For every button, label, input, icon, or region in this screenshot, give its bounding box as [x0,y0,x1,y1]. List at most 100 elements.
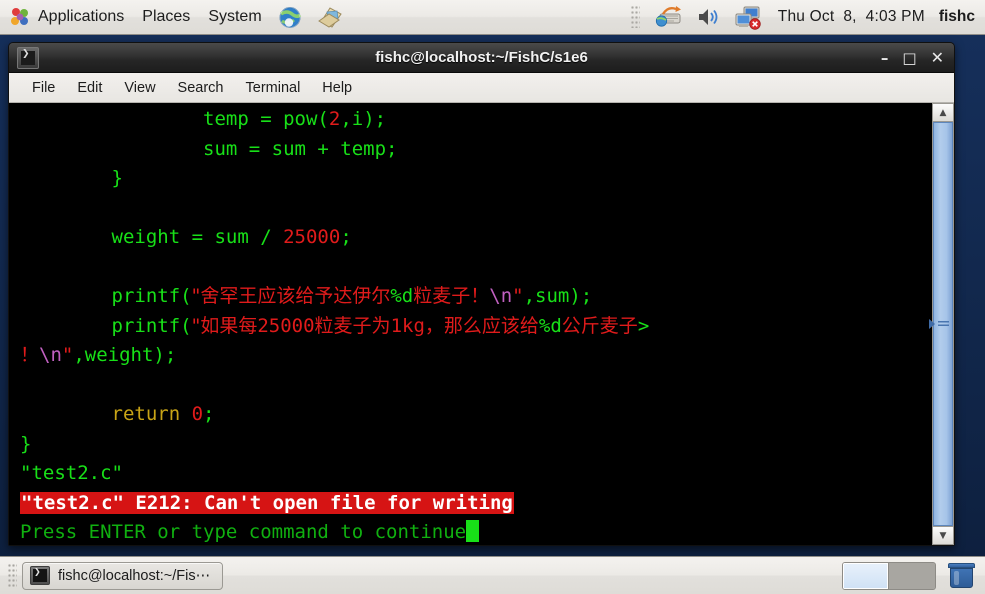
terminal-text-span: \n [39,344,62,366]
terminal-text-span: } [20,167,123,189]
terminal-window: fishc@localhost:~/FishC/s1e6 – □ ✕ File … [8,42,955,546]
close-button[interactable]: ✕ [931,50,944,66]
menu-edit[interactable]: Edit [68,77,111,99]
places-menu-label: Places [142,8,191,25]
scrollbar-grip-icon [937,320,949,328]
terminal-text-span: %d [390,285,414,307]
email-launcher[interactable] [311,4,349,31]
terminal-text-span: %d [538,314,562,337]
network-tray-icon[interactable] [649,4,689,31]
applications-menu-label: Applications [38,8,125,25]
terminal-text-span: } [20,432,32,455]
menu-help[interactable]: Help [313,77,361,99]
web-browser-icon [278,5,303,30]
terminal-text-span: 25000 [257,314,315,337]
menu-file[interactable]: File [23,77,64,99]
vim-status-filename: "test2.c" [20,459,931,489]
terminal-text-span: ，那么应该给 [424,314,539,337]
terminal-text-span: 25000 [283,226,341,248]
browser-launcher[interactable] [272,4,309,31]
scrollbar-track[interactable] [929,122,954,526]
terminal-icon [17,46,39,69]
terminal-cursor [466,520,480,542]
taskbar-window-button-terminal[interactable]: fishc@localhost:~/Fis⋯ [22,561,224,590]
places-menu[interactable]: Places [134,4,198,31]
terminal-text-span: 粒麦子！ [413,285,490,307]
scroll-down-button[interactable]: ▼ [932,526,954,545]
terminal-text-span: ,i); [340,108,387,130]
trash-icon[interactable] [948,563,975,588]
terminal-text-span: 1kg [390,314,425,337]
terminal-scrollbar[interactable]: ▲ ▼ [929,103,954,545]
terminal-body: temp = pow(2,i); sum = sum + temp; } wei… [9,103,954,545]
code-line-blank-3 [20,371,931,401]
applications-logo-icon [9,6,31,28]
terminal-text-span: 0 [191,403,204,425]
window-controls: – □ ✕ [881,43,944,73]
vim-prompt-continue: Press ENTER or type command to continue [20,518,931,545]
network-status-tray-icon[interactable] [729,4,767,31]
panel-drag-handle[interactable] [630,6,640,28]
code-line-close-brace-inner: } [20,164,931,194]
code-line-blank-1 [20,194,931,224]
panel-menu-group: Applications Places System [0,0,350,34]
trash-body [950,568,973,588]
terminal-text-span [20,197,31,219]
email-client-icon [317,5,343,29]
code-line-printf-2-wrap: ！\n",weight); [20,341,931,371]
terminal-text-span: ; [203,403,215,425]
menu-view[interactable]: View [115,77,164,99]
desktop-screen: Applications Places System Thu Oct 8, 4:… [0,0,985,594]
workspace-switcher[interactable] [842,561,936,590]
vim-error-message: "test2.c" E212: Can't open file for writ… [20,489,931,519]
code-line-blank-2 [20,253,931,283]
terminal-output[interactable]: temp = pow(2,i); sum = sum + temp; } wei… [9,103,931,545]
scroll-up-button[interactable]: ▲ [932,103,954,122]
user-menu[interactable]: fishc [935,8,985,26]
terminal-title-bar[interactable]: fishc@localhost:~/FishC/s1e6 – □ ✕ [9,43,954,73]
terminal-text-span: printf( [20,285,192,307]
terminal-text-span: ; [340,226,352,248]
terminal-text-span: sum = sum + temp; [20,137,398,160]
terminal-text-span: Press ENTER or type command to continue [20,521,467,543]
clock[interactable]: Thu Oct 8, 4:03 PM [768,8,935,26]
terminal-text-span: printf( [20,314,192,337]
taskbar-window-label: fishc@localhost:~/Fis⋯ [58,567,211,584]
terminal-text-span: ,sum); [523,285,593,307]
volume-tray-icon[interactable] [691,4,727,31]
workspace-2[interactable] [889,562,935,589]
terminal-text-span: "test2.c" [20,462,123,484]
code-line-temp: temp = pow(2,i); [20,105,931,135]
system-menu[interactable]: System [200,4,269,31]
terminal-text-span: temp = pow( [20,108,329,130]
menu-search[interactable]: Search [169,77,233,99]
minimize-button[interactable]: – [881,50,889,66]
terminal-text-span: " [61,344,74,366]
terminal-text-span: 2 [328,108,341,130]
code-line-printf-1: printf("舍罕王应该给予达伊尔%d粒麦子！\n",sum); [20,282,931,312]
applications-menu[interactable]: Applications [1,4,132,31]
terminal-menu-bar: File Edit View Search Terminal Help [9,73,954,103]
code-line-printf-2: printf("如果每25000粒麦子为1kg，那么应该给%d公斤麦子> [20,312,931,342]
terminal-text-span: ,weight); [73,344,177,366]
workspace-1[interactable] [843,562,889,589]
terminal-text-span: 公斤麦子 [561,314,638,337]
terminal-text-span: "test2.c" E212: Can't open file for writ… [20,491,514,514]
menu-terminal[interactable]: Terminal [237,77,310,99]
taskbar-drag-handle[interactable] [8,563,17,588]
terminal-text-span: \n [489,285,513,307]
top-panel: Applications Places System Thu Oct 8, 4:… [0,0,985,35]
terminal-text-span: "舍罕王应该给予达伊尔 [191,285,391,307]
terminal-text-span [20,374,31,396]
code-line-weight: weight = sum / 25000; [20,223,931,253]
terminal-text-span: ！ [20,344,40,366]
terminal-text-span: " [512,285,524,307]
scrollbar-thumb[interactable] [929,122,953,526]
terminal-text-span: 粒麦子为 [314,314,391,337]
system-menu-label: System [208,8,262,25]
maximize-button[interactable]: □ [902,50,916,66]
terminal-title: fishc@localhost:~/FishC/s1e6 [375,49,588,66]
terminal-text-span: > [637,314,650,337]
terminal-text-span [20,256,31,278]
code-line-close-brace-outer: } [20,430,931,460]
